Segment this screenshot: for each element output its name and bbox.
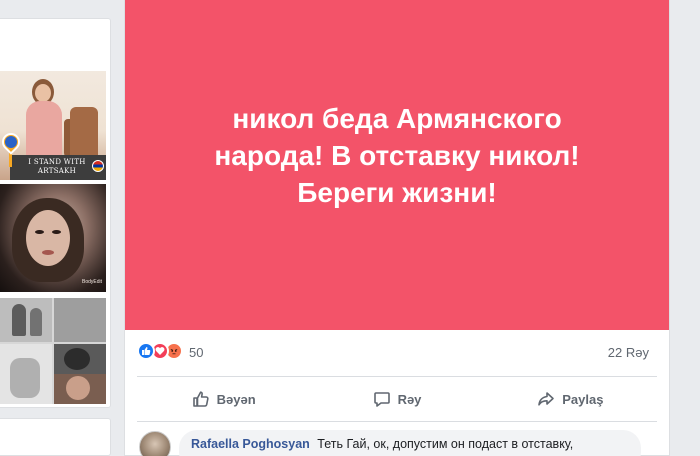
comment-button[interactable]: Rəy: [310, 377, 483, 421]
pin-center: [5, 136, 17, 148]
watermark-tag: BodyEdit: [82, 279, 103, 285]
post-text: никол беда Армянского народа! В отставку…: [214, 102, 580, 208]
comment-text: Теть Гай, ок, допустим он подаст в отста…: [317, 437, 574, 451]
like-label: Bəyən: [216, 391, 256, 407]
share-label: Paylaş: [562, 391, 604, 407]
post-background: никол беда Армянского народа! В отставку…: [125, 0, 669, 330]
comment-count-link[interactable]: 22 Rəy: [608, 345, 649, 360]
woman-face: [35, 84, 51, 102]
portrait-lips: [42, 250, 54, 255]
collage-figure: [10, 358, 40, 398]
collage-photo[interactable]: [0, 298, 106, 404]
comment-item: Rafaella Poghosyan Теть Гай, ок, допусти…: [137, 428, 657, 456]
portrait-face: [26, 210, 70, 266]
collage-figure: [12, 304, 26, 336]
comment-label: Rəy: [397, 391, 422, 407]
avatar[interactable]: [139, 431, 171, 456]
reactions-summary[interactable]: 50 22 Rəy: [137, 342, 657, 364]
monument: [70, 107, 98, 157]
collage-tile: [0, 298, 52, 342]
artsakh-caption: I STAND WITH ARTSAKH: [28, 158, 86, 175]
secondary-card: [0, 418, 111, 456]
woman-portrait-photo[interactable]: BodyEdit: [0, 184, 106, 292]
portrait-eye-left: [35, 230, 44, 234]
artsakh-profile-photo[interactable]: I STAND WITH ARTSAKH: [0, 71, 106, 180]
thumbs-up-icon: [192, 391, 209, 407]
flag-icon: [92, 160, 104, 172]
collage-figure: [66, 376, 90, 400]
portrait-eye-right: [52, 230, 61, 234]
comment-bubble: Rafaella Poghosyan Теть Гай, ок, допусти…: [179, 430, 641, 456]
feed-post: никол беда Армянского народа! В отставку…: [124, 0, 670, 456]
share-arrow-icon: [538, 392, 555, 406]
woman-figure: [26, 101, 62, 161]
like-icon: [137, 342, 155, 360]
share-button[interactable]: Paylaş: [484, 377, 657, 421]
left-column: I STAND WITH ARTSAKH BodyEdit: [0, 0, 111, 456]
post-actions: Bəyən Rəy Paylaş: [137, 376, 657, 422]
like-button[interactable]: Bəyən: [137, 377, 310, 421]
collage-tile: [54, 298, 106, 342]
collage-figure: [64, 348, 90, 370]
comment-icon: [373, 392, 390, 407]
comment-author-link[interactable]: Rafaella Poghosyan: [191, 437, 310, 451]
collage-figure: [30, 308, 42, 336]
reaction-count: 50: [189, 345, 204, 360]
